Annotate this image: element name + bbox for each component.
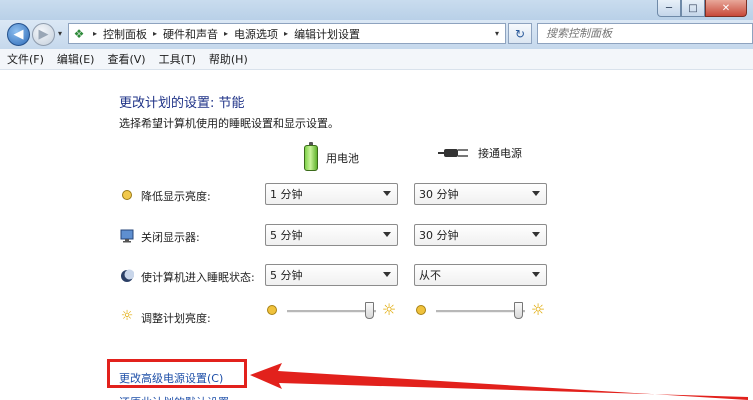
menu-bar: 文件(F) 编辑(E) 查看(V) 工具(T) 帮助(H) — [0, 49, 753, 70]
menu-view[interactable]: 查看(V) — [107, 51, 145, 67]
maximize-button[interactable]: □ — [681, 0, 705, 17]
chevron-down-icon — [383, 191, 391, 196]
select-value: 5 分钟 — [270, 229, 303, 242]
main-content: 更改计划的设置: 节能 选择希望计算机使用的睡眠设置和显示设置。 用电池 接通电… — [0, 71, 753, 400]
plugged-column-label: 接通电源 — [478, 147, 522, 160]
slider-thumb[interactable] — [513, 302, 523, 319]
turn-off-display-plugged-select[interactable]: 30 分钟 — [414, 224, 547, 246]
forward-button[interactable]: ▶ — [32, 23, 55, 46]
address-bar[interactable]: ❖ ▸ 控制面板 ▸ 硬件和声音 ▸ 电源选项 ▸ 编辑计划设置 ▾ — [68, 23, 506, 44]
breadcrumb-control-panel[interactable]: 控制面板 — [103, 26, 147, 42]
select-value: 30 分钟 — [419, 229, 459, 242]
breadcrumb-separator[interactable]: ▸ — [93, 29, 97, 38]
back-button[interactable]: ◀ — [7, 23, 30, 46]
menu-help[interactable]: 帮助(H) — [209, 51, 248, 67]
page-title: 更改计划的设置: 节能 — [119, 96, 245, 111]
brightness-sun-icon: ☼ — [120, 308, 134, 324]
turn-off-display-battery-select[interactable]: 5 分钟 — [265, 224, 398, 246]
sleep-battery-select[interactable]: 5 分钟 — [265, 264, 398, 286]
power-plug-icon — [438, 146, 470, 160]
search-input[interactable] — [537, 23, 753, 44]
breadcrumb-separator[interactable]: ▸ — [224, 29, 228, 38]
dim-brightness-icon — [267, 305, 277, 315]
chevron-down-icon — [532, 272, 540, 277]
select-value: 从不 — [419, 269, 441, 282]
dim-brightness-icon — [416, 305, 426, 315]
minimize-button[interactable]: ─ — [657, 0, 681, 17]
navigation-toolbar: ◀ ▶ ▾ ❖ ▸ 控制面板 ▸ 硬件和声音 ▸ 电源选项 ▸ 编辑计划设置 ▾… — [0, 20, 753, 49]
breadcrumb-separator[interactable]: ▸ — [153, 29, 157, 38]
battery-column-header: 用电池 — [304, 142, 359, 171]
title-bar: ─ □ ✕ — [0, 0, 753, 22]
dim-display-battery-select[interactable]: 1 分钟 — [265, 183, 398, 205]
turn-off-display-label: 关闭显示器: — [141, 231, 200, 244]
bright-brightness-icon: ☼ — [530, 300, 546, 319]
slider-thumb[interactable] — [364, 302, 374, 319]
breadcrumb-hardware-sound[interactable]: 硬件和声音 — [163, 26, 218, 42]
sleep-plugged-select[interactable]: 从不 — [414, 264, 547, 286]
breadcrumb-power-options[interactable]: 电源选项 — [234, 26, 278, 42]
select-value: 5 分钟 — [270, 269, 303, 282]
battery-column-label: 用电池 — [326, 152, 359, 165]
dim-display-icon — [120, 188, 134, 202]
monitor-icon — [120, 229, 134, 243]
battery-icon — [304, 142, 318, 171]
control-panel-icon: ❖ — [73, 26, 85, 41]
slider-track[interactable] — [287, 310, 376, 313]
sleep-label: 使计算机进入睡眠状态: — [141, 271, 255, 284]
address-dropdown-icon[interactable]: ▾ — [495, 29, 499, 38]
chevron-down-icon — [383, 272, 391, 277]
sleep-moon-icon — [120, 269, 134, 283]
dim-display-label: 降低显示亮度: — [141, 190, 211, 203]
brightness-battery-slider[interactable]: ☼ — [265, 300, 398, 322]
brightness-plugged-slider[interactable]: ☼ — [414, 300, 547, 322]
chevron-down-icon — [383, 232, 391, 237]
breadcrumb-edit-plan[interactable]: 编辑计划设置 — [294, 26, 360, 42]
chevron-down-icon — [532, 232, 540, 237]
select-value: 1 分钟 — [270, 188, 303, 201]
slider-track[interactable] — [436, 310, 525, 313]
close-button[interactable]: ✕ — [705, 0, 747, 17]
menu-tools[interactable]: 工具(T) — [159, 51, 196, 67]
refresh-button[interactable]: ↻ — [508, 23, 532, 44]
annotation-arrow — [250, 363, 748, 400]
brightness-label: 调整计划亮度: — [141, 312, 211, 325]
caption-buttons: ─ □ ✕ — [657, 0, 747, 17]
chevron-down-icon — [532, 191, 540, 196]
menu-edit[interactable]: 编辑(E) — [57, 51, 95, 67]
dim-display-plugged-select[interactable]: 30 分钟 — [414, 183, 547, 205]
select-value: 30 分钟 — [419, 188, 459, 201]
recent-pages-dropdown[interactable]: ▾ — [58, 29, 62, 38]
bright-brightness-icon: ☼ — [381, 300, 397, 319]
breadcrumb-separator[interactable]: ▸ — [284, 29, 288, 38]
menu-file[interactable]: 文件(F) — [7, 51, 44, 67]
page-subtitle: 选择希望计算机使用的睡眠设置和显示设置。 — [119, 117, 339, 130]
advanced-power-settings-link[interactable]: 更改高级电源设置(C) — [119, 370, 223, 386]
plugged-column-header: 接通电源 — [438, 145, 522, 161]
restore-defaults-link[interactable]: 还原此计划的默认设置 — [119, 394, 229, 400]
